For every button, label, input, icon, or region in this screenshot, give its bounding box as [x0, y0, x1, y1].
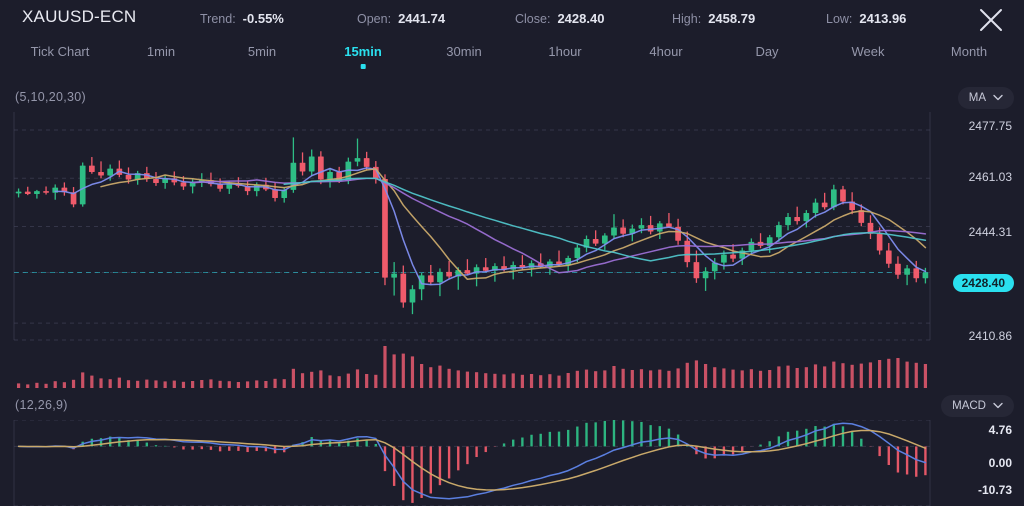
stat-close-value: 2428.40 [557, 11, 605, 26]
stat-open: Open: 2441.74 [357, 11, 445, 26]
stat-open-value: 2441.74 [398, 11, 446, 26]
stat-trend-label: Trend: [200, 12, 236, 26]
tab-1min[interactable]: 1min [147, 44, 175, 59]
price-axis-label: 2410.86 [968, 329, 1012, 343]
tab-1hour[interactable]: 1hour [548, 44, 581, 59]
tab-day[interactable]: Day [755, 44, 778, 59]
tab-30min[interactable]: 30min [446, 44, 481, 59]
tab-5min[interactable]: 5min [248, 44, 276, 59]
trading-chart-screen: XAUUSD-ECN Trend: -0.55% Open: 2441.74 C… [0, 0, 1024, 506]
macd-chart-pane[interactable] [0, 420, 1024, 506]
tab-label: 5min [247, 44, 277, 59]
stat-high-label: High: [672, 12, 702, 26]
tab-month[interactable]: Month [951, 44, 987, 59]
chart-header: XAUUSD-ECN Trend: -0.55% Open: 2441.74 C… [0, 0, 1024, 40]
tab-label: 1min [146, 44, 176, 59]
macd-axis-label: -10.73 [977, 483, 1012, 497]
timeframe-tabs: Tick Chart 1min 5min 15min 30min 1hour 4hour Da… [0, 44, 1024, 78]
symbol-title: XAUUSD-ECN [22, 7, 137, 26]
tab-week[interactable]: Week [852, 44, 885, 59]
stat-close: Close: 2428.40 [515, 11, 604, 26]
tab-label: 1hour [548, 44, 582, 59]
stat-close-label: Close: [515, 12, 551, 26]
macd-dropdown-label: MACD [952, 400, 986, 412]
volume-chart-pane [0, 338, 1024, 388]
price-axis-label: 2444.31 [968, 225, 1012, 239]
stat-trend-value: -0.55% [242, 11, 284, 26]
stat-trend: Trend: -0.55% [200, 11, 284, 26]
tab-label: Day [755, 44, 779, 59]
price-axis-label: 2461.03 [968, 170, 1012, 184]
tab-label: Month [950, 44, 988, 59]
stat-open-label: Open: [357, 12, 392, 26]
tab-label: Week [851, 44, 885, 59]
macd-params-label: (12,26,9) [15, 398, 68, 412]
macd-axis-label: 4.76 [988, 423, 1012, 437]
tab-label: 15min [344, 44, 382, 59]
tab-label: Tick Chart [30, 44, 90, 59]
tab-label: 30min [446, 44, 482, 59]
stat-low-value: 2413.96 [859, 11, 907, 26]
price-axis-label: 2477.75 [968, 119, 1012, 133]
tab-15min[interactable]: 15min [344, 44, 382, 69]
stat-low-label: Low: [826, 12, 853, 26]
chevron-down-icon [993, 92, 1003, 104]
tab-label: 4hour [649, 44, 683, 59]
stat-low: Low: 2413.96 [826, 11, 906, 26]
active-tab-indicator [360, 64, 366, 69]
price-chart-pane[interactable] [0, 112, 1024, 340]
ma-params-label: (5,10,20,30) [15, 90, 87, 104]
macd-dropdown[interactable]: MACD [941, 395, 1014, 417]
chevron-down-icon [993, 400, 1003, 412]
ma-dropdown-label: MA [968, 92, 986, 104]
stat-high-value: 2458.79 [708, 11, 756, 26]
close-icon[interactable] [976, 5, 1006, 35]
current-price-tag: 2428.40 [952, 274, 1014, 292]
stat-high: High: 2458.79 [672, 11, 755, 26]
ma-dropdown[interactable]: MA [957, 87, 1014, 109]
macd-axis-label: 0.00 [988, 456, 1012, 470]
tab-4hour[interactable]: 4hour [649, 44, 682, 59]
tab-tick-chart[interactable]: Tick Chart [31, 44, 90, 59]
